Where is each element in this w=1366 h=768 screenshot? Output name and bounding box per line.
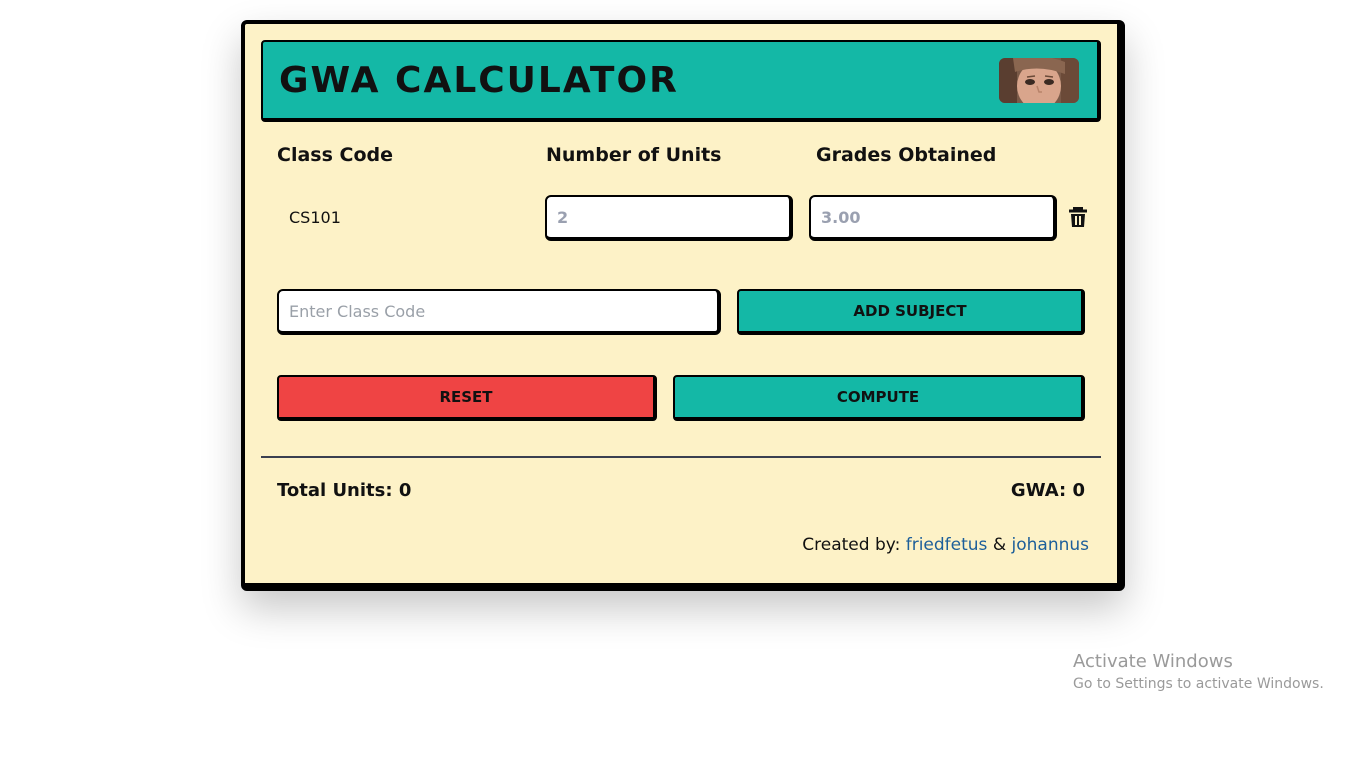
credits: Created by: friedfetus & johannus	[802, 535, 1089, 555]
total-units-label: Total Units: 0	[277, 480, 412, 501]
class-code-input[interactable]	[277, 289, 721, 335]
reset-button[interactable]: RESET	[277, 375, 657, 421]
add-subject-button[interactable]: ADD SUBJECT	[737, 289, 1085, 335]
column-header-grades: Grades Obtained	[816, 144, 997, 166]
column-header-units: Number of Units	[546, 144, 722, 166]
column-header-class-code: Class Code	[277, 144, 393, 166]
header-banner: GWA CALCULATOR	[261, 40, 1101, 122]
author-link-friedfetus[interactable]: friedfetus	[906, 535, 988, 555]
delete-subject-button[interactable]	[1068, 206, 1088, 228]
grade-input[interactable]	[809, 195, 1057, 241]
trash-icon	[1069, 207, 1087, 227]
avatar-image	[999, 58, 1079, 103]
credits-prefix: Created by:	[802, 535, 901, 555]
windows-activation-watermark: Activate Windows Go to Settings to activ…	[1073, 651, 1324, 692]
credits-separator: &	[992, 535, 1007, 555]
author-link-johannus[interactable]: johannus	[1012, 535, 1090, 555]
compute-button[interactable]: COMPUTE	[673, 375, 1085, 421]
avatar	[999, 58, 1079, 103]
units-input[interactable]	[545, 195, 793, 241]
divider	[261, 456, 1101, 458]
watermark-title: Activate Windows	[1073, 651, 1233, 672]
watermark-subtitle: Go to Settings to activate Windows.	[1073, 676, 1324, 692]
gwa-label: GWA: 0	[1010, 480, 1085, 501]
app-title: GWA CALCULATOR	[279, 60, 679, 101]
subject-class-code: CS101	[289, 208, 341, 227]
calculator-card: GWA CALCULATOR Class Code Number of Unit…	[241, 20, 1125, 591]
